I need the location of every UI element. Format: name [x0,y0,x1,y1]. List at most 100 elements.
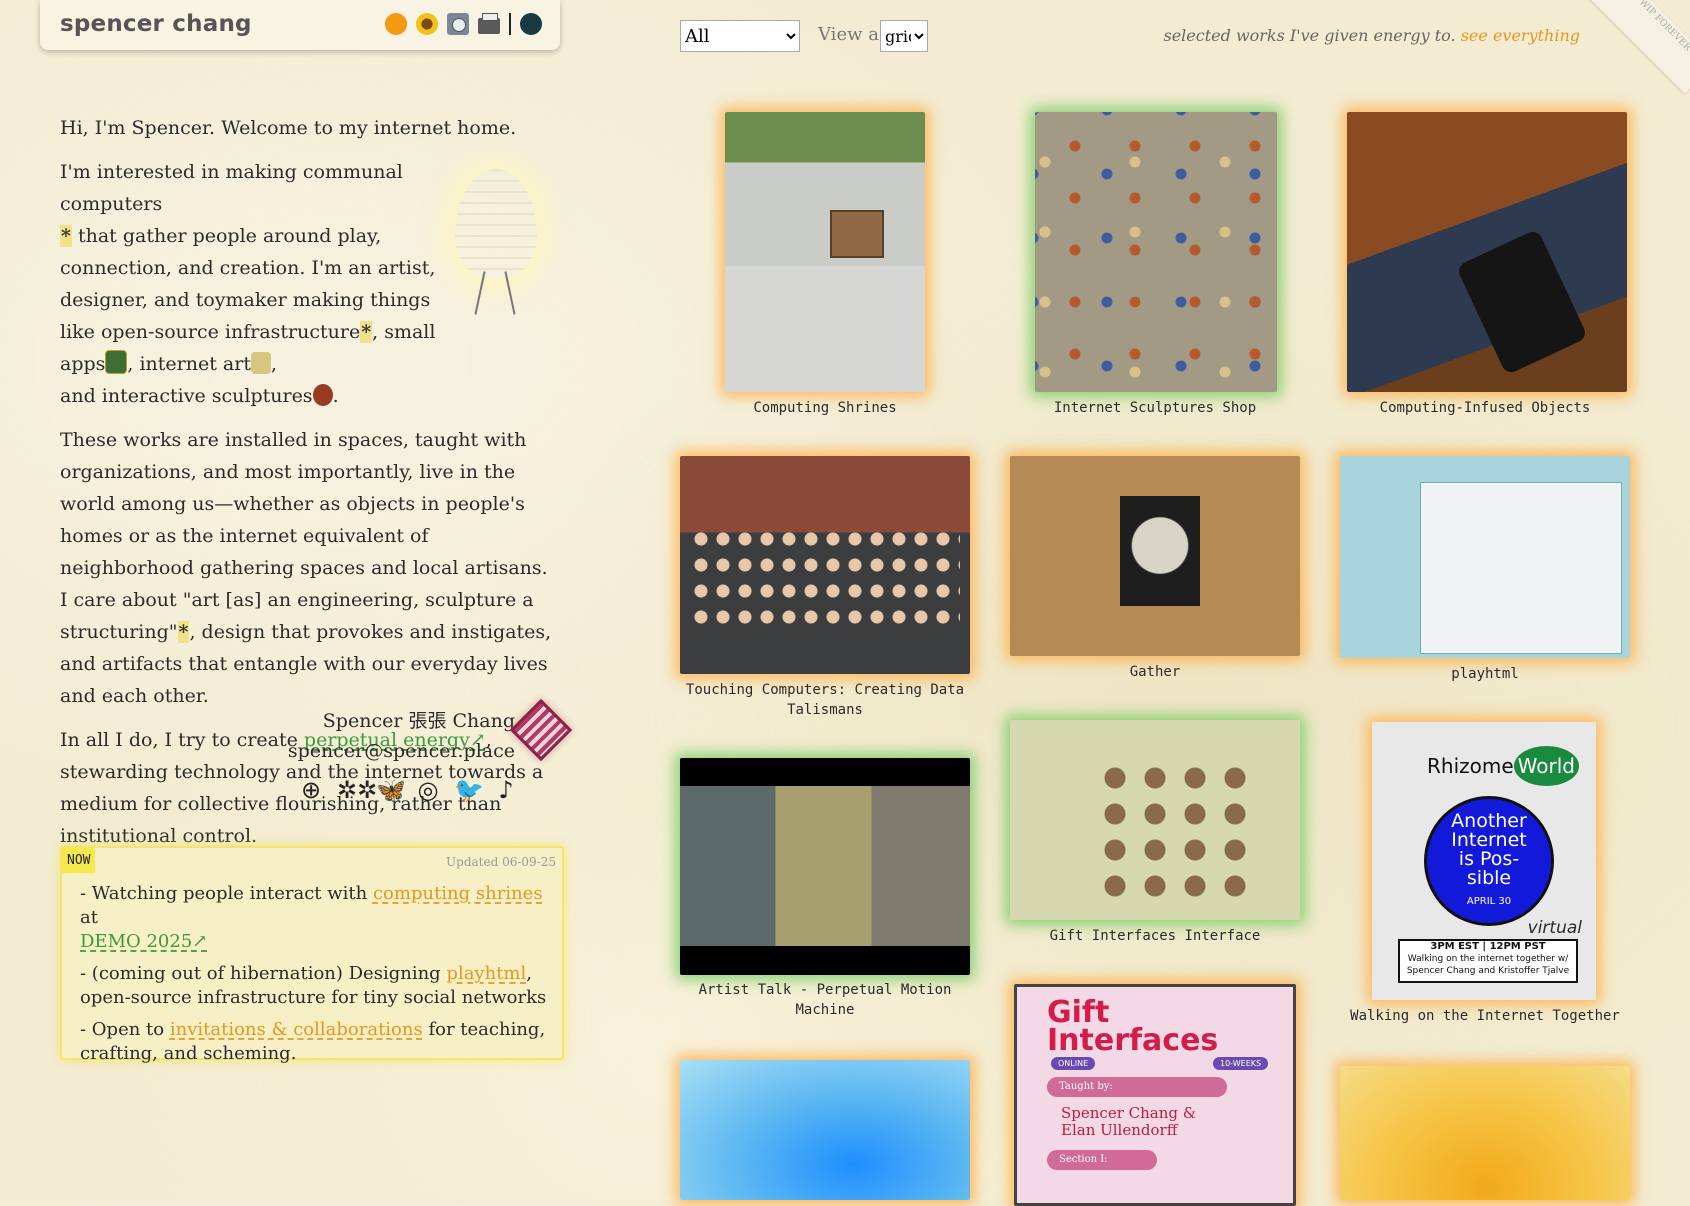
work-card[interactable]: Gift Interfaces Interface [1010,720,1300,960]
now-tag: NOW [62,848,96,873]
header-card: spencer chang [40,0,560,50]
internet-art-icon[interactable] [250,352,271,374]
work-thumbnail[interactable] [725,112,925,392]
demo-2025-link[interactable]: DEMO 2025↗ [80,931,207,952]
work-title[interactable]: Computing-Infused Objects [1340,398,1630,418]
gift-poster-bar: Taught by: [1047,1077,1227,1097]
now-updated: Updated 06-09-25 [446,855,556,869]
lamp-leg [474,271,486,315]
work-thumbnail[interactable] [680,1060,970,1200]
sunflower-icon[interactable] [416,13,438,35]
gift-poster-section: Section I: [1047,1150,1157,1170]
poster-subtitle: Walking on the internet together w/ [1407,954,1569,964]
work-thumbnail[interactable]: Rhizome World Another Internet is Pos- si… [1372,722,1596,1000]
invitations-link[interactable]: invitations & collaborations [170,1019,423,1040]
signature: Spencer 張張 Chang spencer@spencer.place [270,706,515,766]
theme-switcher [385,13,542,35]
small-app-icon[interactable] [105,350,128,374]
lamp-leg [504,271,516,315]
now-item: - Open to invitations & collaborations f… [80,1018,550,1066]
paper-lamp-icon[interactable] [447,165,545,315]
work-title[interactable]: Artist Talk - Perpetual Motion Machine [680,980,970,1020]
poster-line: Internet [1451,828,1527,851]
work-card[interactable]: Computing Shrines [680,112,970,422]
gift-poster-title-line: Interfaces [1047,1023,1219,1058]
intro-text-span: , internet art [127,353,251,375]
now-list: - Watching people interact with computin… [80,882,550,1074]
footnote-star[interactable]: * [360,321,373,343]
work-title[interactable]: Internet Sculptures Shop [1010,398,1300,418]
work-title[interactable]: Walking on the Internet Together [1340,1006,1630,1026]
gift-poster-tag: 10-WEEKS [1213,1057,1269,1070]
poster-subtitle: Spencer Chang and Kristoffer Tjalve [1406,966,1570,976]
work-card[interactable]: Rhizome World Another Internet is Pos- si… [1340,722,1630,1032]
work-thumbnail[interactable] [1347,112,1627,392]
work-title[interactable]: Gather [1010,662,1300,682]
dark-mode-icon[interactable] [520,13,542,35]
work-title[interactable]: Gift Interfaces Interface [1010,926,1300,946]
poster-line: sible [1466,866,1512,889]
see-everything-link[interactable]: see everything [1461,26,1580,45]
poster-date: APRIL 30 [1466,895,1512,907]
cd-icon[interactable] [447,13,469,35]
now-item: - Watching people interact with computin… [80,882,550,954]
footnote-star[interactable]: * [60,225,72,247]
work-title[interactable]: Touching Computers: Creating Data Talism… [680,680,970,720]
work-card[interactable]: playhtml [1340,456,1630,696]
computing-shrines-link[interactable]: computing shrines [373,883,543,904]
work-thumbnail[interactable] [1035,112,1277,392]
sun-icon[interactable] [385,13,407,35]
category-filter-select[interactable]: All [680,20,800,52]
now-text: - Open to [80,1019,170,1040]
work-thumbnail[interactable] [680,456,970,674]
printer-icon[interactable] [478,13,500,34]
playhtml-link[interactable]: playhtml [446,963,526,984]
work-card[interactable]: Artist Talk - Perpetual Motion Machine [680,758,970,1028]
instagram-icon[interactable]: ◎ [415,776,441,804]
mailbox-icon[interactable]: ⊕ [298,776,324,804]
work-card[interactable] [1340,1066,1630,1200]
work-card[interactable]: Gift Interfaces ONLINE 10-WEEKS Taught by… [1014,984,1296,1206]
signature-email[interactable]: spencer@spencer.place [270,736,515,766]
sculpture-icon[interactable] [312,384,333,406]
work-thumbnail[interactable] [1010,456,1300,656]
work-thumbnail[interactable] [1010,720,1300,920]
gift-poster-title: Gift Interfaces [1047,998,1219,1058]
site-title[interactable]: spencer chang [60,11,252,37]
wip-forever-ribbon: AS WIP FOREVER [1585,0,1690,94]
now-text: at [80,907,98,928]
work-card[interactable]: Internet Sculptures Shop [1010,112,1300,422]
intro-text-span: , [270,353,278,375]
work-thumbnail[interactable] [1340,456,1630,658]
work-thumbnail[interactable] [680,758,970,975]
greeting: Hi, I'm Spencer. Welcome to my internet … [60,117,517,139]
are-na-icon[interactable]: ✲✲ [337,776,377,804]
now-text: - (coming out of hibernation) Designing [80,963,447,984]
gift-poster-name: Elan Ullendorff [1061,1121,1178,1139]
social-links: ⊕ ✲✲ 🦋 ◎ 🐦 ♪ [298,776,519,804]
lamp-shade [455,169,537,279]
signature-name: Spencer 張張 Chang [322,710,515,732]
twitter-icon[interactable]: 🐦 [454,776,484,804]
work-thumbnail[interactable] [1340,1066,1630,1200]
tiktok-icon[interactable]: ♪ [493,776,519,804]
poster-circle: Another Internet is Pos- sible APRIL 30 [1424,796,1554,926]
work-title[interactable]: Computing Shrines [680,398,970,418]
footnote-star[interactable]: * [177,621,190,643]
work-card[interactable]: Touching Computers: Creating Data Talism… [680,456,970,726]
bluesky-icon[interactable]: 🦋 [376,776,406,804]
work-card[interactable] [680,1060,970,1200]
work-title[interactable]: playhtml [1340,664,1630,684]
work-thumbnail[interactable]: Gift Interfaces ONLINE 10-WEEKS Taught by… [1014,984,1296,1206]
work-card[interactable]: Gather [1010,456,1300,696]
tagline-text: selected works I've given energy to. [1163,26,1456,45]
intro-text-span: In all I do, I try to create [60,729,304,751]
poster-virtual: virtual [1527,918,1582,938]
poster-line: Another [1451,809,1527,832]
view-mode-select[interactable]: grid [880,20,928,52]
work-card[interactable]: Computing-Infused Objects [1340,112,1630,422]
poster-brand: Rhizome [1427,754,1514,778]
intro-paragraph: These works are installed in spaces, tau… [60,424,560,712]
now-text: - Watching people interact with [80,883,373,904]
gift-poster-names: Spencer Chang & Elan Ullendorff [1061,1105,1196,1139]
